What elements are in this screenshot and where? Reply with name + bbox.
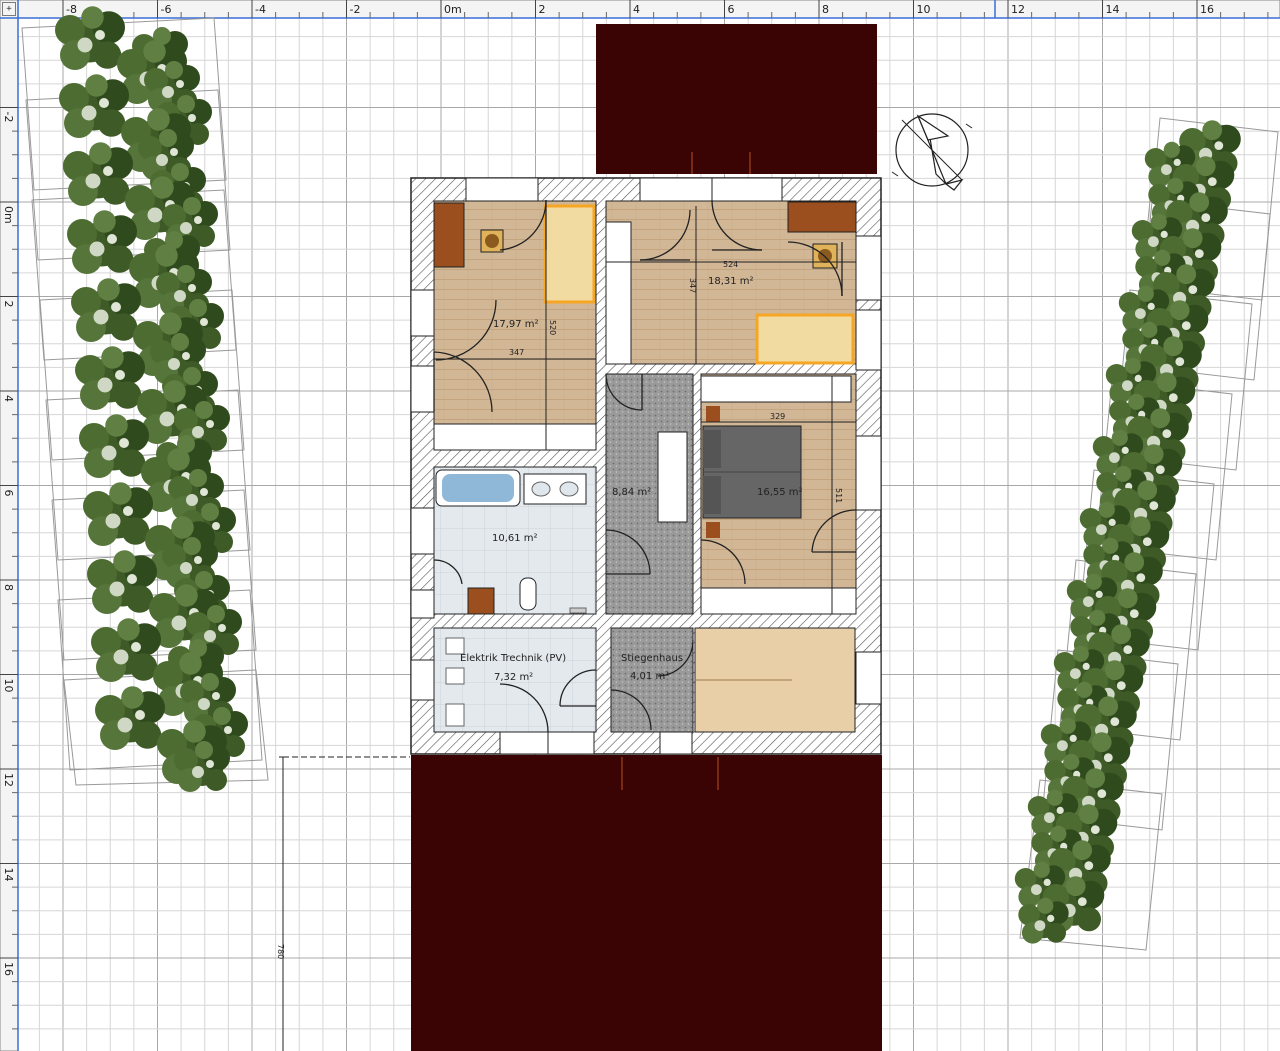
bed-bedroom-2[interactable] bbox=[755, 313, 855, 365]
tree[interactable] bbox=[87, 550, 157, 614]
ruler-x-label: 8 bbox=[822, 3, 829, 16]
tree[interactable] bbox=[1018, 897, 1069, 944]
ruler-y-label: -2 bbox=[2, 112, 15, 123]
ruler-y-label: 0m bbox=[2, 206, 15, 224]
room-area-bedroom-2: 18,31 m² bbox=[708, 276, 754, 287]
room-name-stairwell: Stiegenhaus bbox=[621, 653, 683, 664]
room-area-hallway: 8,84 m² bbox=[612, 487, 651, 498]
ruler-corner-button[interactable]: + bbox=[2, 2, 16, 16]
tree[interactable] bbox=[95, 686, 165, 750]
ruler-y-label: 14 bbox=[2, 868, 15, 882]
room-area-bedroom-1: 17,97 m² bbox=[493, 319, 539, 330]
room-area-technik: 7,32 m² bbox=[494, 672, 533, 683]
dim-label-347-a: 347 bbox=[509, 348, 524, 357]
wardrobe-bedroom-1[interactable] bbox=[433, 423, 597, 451]
tree[interactable] bbox=[59, 74, 129, 138]
tree[interactable] bbox=[91, 618, 161, 682]
ruler-x-label: -4 bbox=[255, 3, 266, 16]
dim-label-347-b: 347 bbox=[688, 278, 697, 293]
ruler-x-label: 16 bbox=[1200, 3, 1214, 16]
technik-devices[interactable] bbox=[445, 637, 465, 727]
dim-label-511: 511 bbox=[834, 488, 843, 503]
wardrobe-bedroom-2[interactable] bbox=[605, 221, 632, 365]
terrace-bottom[interactable] bbox=[411, 755, 882, 1051]
bed-bedroom-1[interactable] bbox=[543, 204, 596, 304]
tree[interactable] bbox=[79, 414, 149, 478]
ruler-x-label: 0m bbox=[444, 3, 462, 16]
desk-bedroom-1[interactable] bbox=[433, 202, 465, 268]
ruler-x-label: 2 bbox=[539, 3, 546, 16]
ruler-y-label: 2 bbox=[2, 301, 15, 308]
room-area-bathroom: 10,61 m² bbox=[492, 533, 538, 544]
ruler-y-label: 10 bbox=[2, 679, 15, 693]
room-name-technik: Elektrik Trechnik (PV) bbox=[460, 653, 566, 664]
ruler-x-label: -6 bbox=[161, 3, 172, 16]
ruler-y-label: 16 bbox=[2, 962, 15, 976]
room-area-bedroom-3: 16,55 m² bbox=[757, 487, 803, 498]
ruler-x-label: -2 bbox=[350, 3, 361, 16]
dim-label-780: 780 bbox=[276, 944, 285, 959]
tree[interactable] bbox=[63, 142, 133, 206]
tree[interactable] bbox=[75, 346, 145, 410]
shelf-bedroom-3[interactable] bbox=[700, 375, 852, 403]
room-area-stairwell: 4,01 m² bbox=[630, 671, 669, 682]
tree[interactable] bbox=[67, 210, 137, 274]
tree[interactable] bbox=[55, 6, 125, 70]
ruler-x-label: 12 bbox=[1011, 3, 1025, 16]
ruler-x-label: -8 bbox=[66, 3, 77, 16]
ruler-y-label: 12 bbox=[2, 773, 15, 787]
ruler-y-label: 6 bbox=[2, 490, 15, 497]
desk-bedroom-2[interactable] bbox=[787, 201, 857, 233]
tree[interactable] bbox=[71, 278, 141, 342]
hallway-cabinet[interactable] bbox=[657, 431, 688, 523]
ruler-x-label: 14 bbox=[1106, 3, 1120, 16]
tree[interactable] bbox=[83, 482, 153, 546]
ruler-x-label: 4 bbox=[633, 3, 640, 16]
wardrobe-bedroom-3[interactable] bbox=[700, 587, 857, 615]
ruler-x-label: 10 bbox=[917, 3, 931, 16]
tree[interactable] bbox=[174, 741, 230, 792]
ruler-y-label: 8 bbox=[2, 584, 15, 591]
ruler-y-label: 4 bbox=[2, 395, 15, 402]
bathroom-cabinet[interactable] bbox=[467, 587, 495, 615]
dim-label-329: 329 bbox=[770, 412, 785, 421]
terrace-top[interactable] bbox=[596, 24, 877, 174]
toilet[interactable] bbox=[519, 577, 537, 611]
plan-view[interactable]: + -8 -6 -4 -2 0m 2 4 6 8 10 12 14 16 -2 … bbox=[0, 0, 1280, 1051]
dim-label-520: 520 bbox=[548, 320, 557, 335]
ruler-x-label: 6 bbox=[728, 3, 735, 16]
dim-label-524: 524 bbox=[723, 260, 738, 269]
